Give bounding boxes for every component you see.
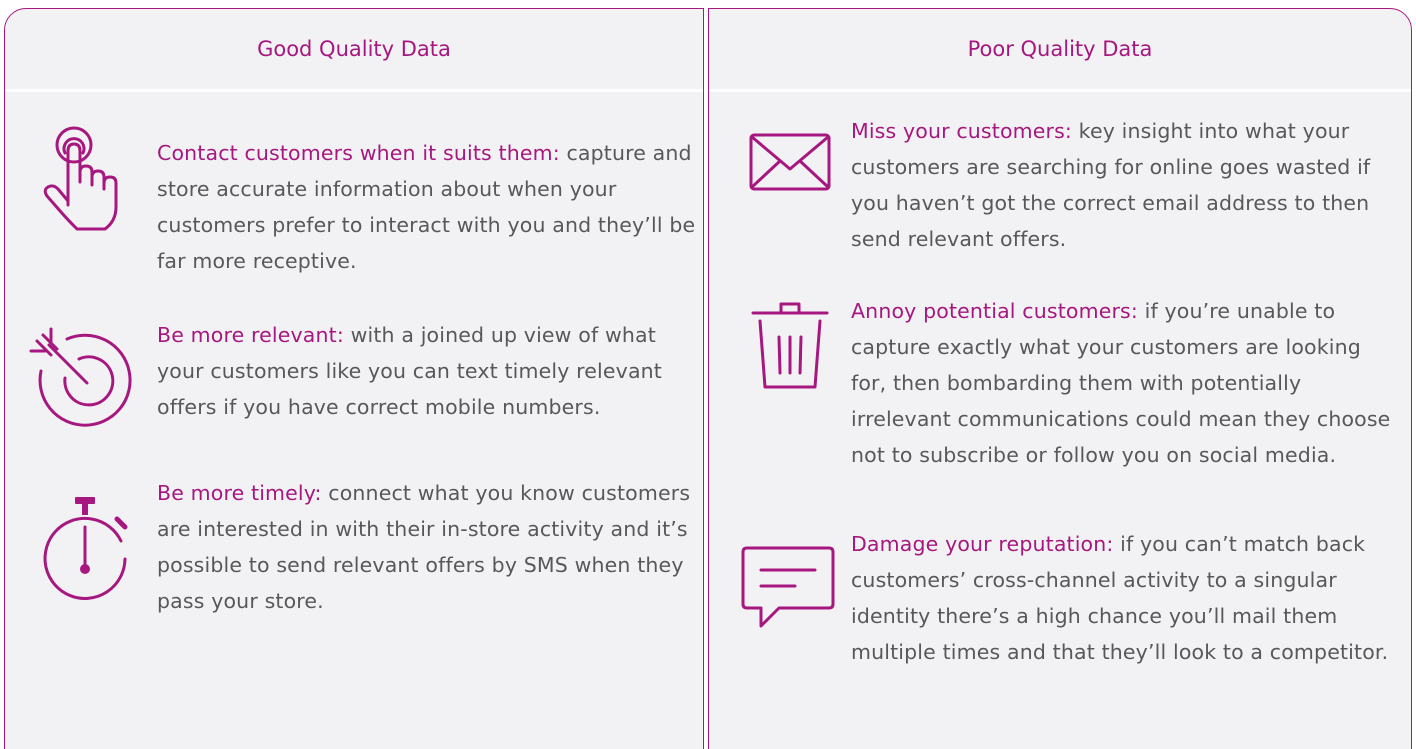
trash-bin-icon (751, 301, 829, 391)
item-lead: Be more relevant: (157, 323, 344, 347)
item-lead: Be more timely: (157, 481, 322, 505)
comparison-graphic: Good Quality Data Contact customers when… (0, 0, 1416, 749)
poor-quality-panel: Poor Quality Data Miss your customers: k… (708, 8, 1412, 749)
speech-bubble-icon (741, 546, 835, 628)
list-item: Miss your customers: key insight into wh… (709, 109, 1413, 299)
item-lead: Miss your customers: (851, 119, 1072, 143)
target-arrow-icon (25, 325, 135, 433)
item-lead: Damage your reputation: (851, 532, 1114, 556)
item-lead: Annoy potential customers: (851, 299, 1138, 323)
touch-hand-icon (37, 126, 127, 232)
item-body: if you’re unable to capture exactly what… (851, 299, 1391, 467)
envelope-icon (749, 133, 831, 191)
list-item: Annoy potential customers: if you’re una… (709, 289, 1413, 467)
list-item: Be more timely: connect what you know cu… (5, 479, 705, 709)
stopwatch-icon (39, 497, 139, 601)
list-item: Be more relevant: with a joined up view … (5, 299, 705, 479)
good-quality-panel: Good Quality Data Contact customers when… (4, 8, 704, 749)
item-lead: Contact customers when it suits them: (157, 141, 560, 165)
poor-quality-heading: Poor Quality Data (709, 9, 1411, 92)
list-item: Damage your reputation: if you can’t mat… (709, 532, 1413, 734)
list-item: Contact customers when it suits them: ca… (5, 109, 705, 299)
good-quality-heading: Good Quality Data (5, 9, 703, 92)
